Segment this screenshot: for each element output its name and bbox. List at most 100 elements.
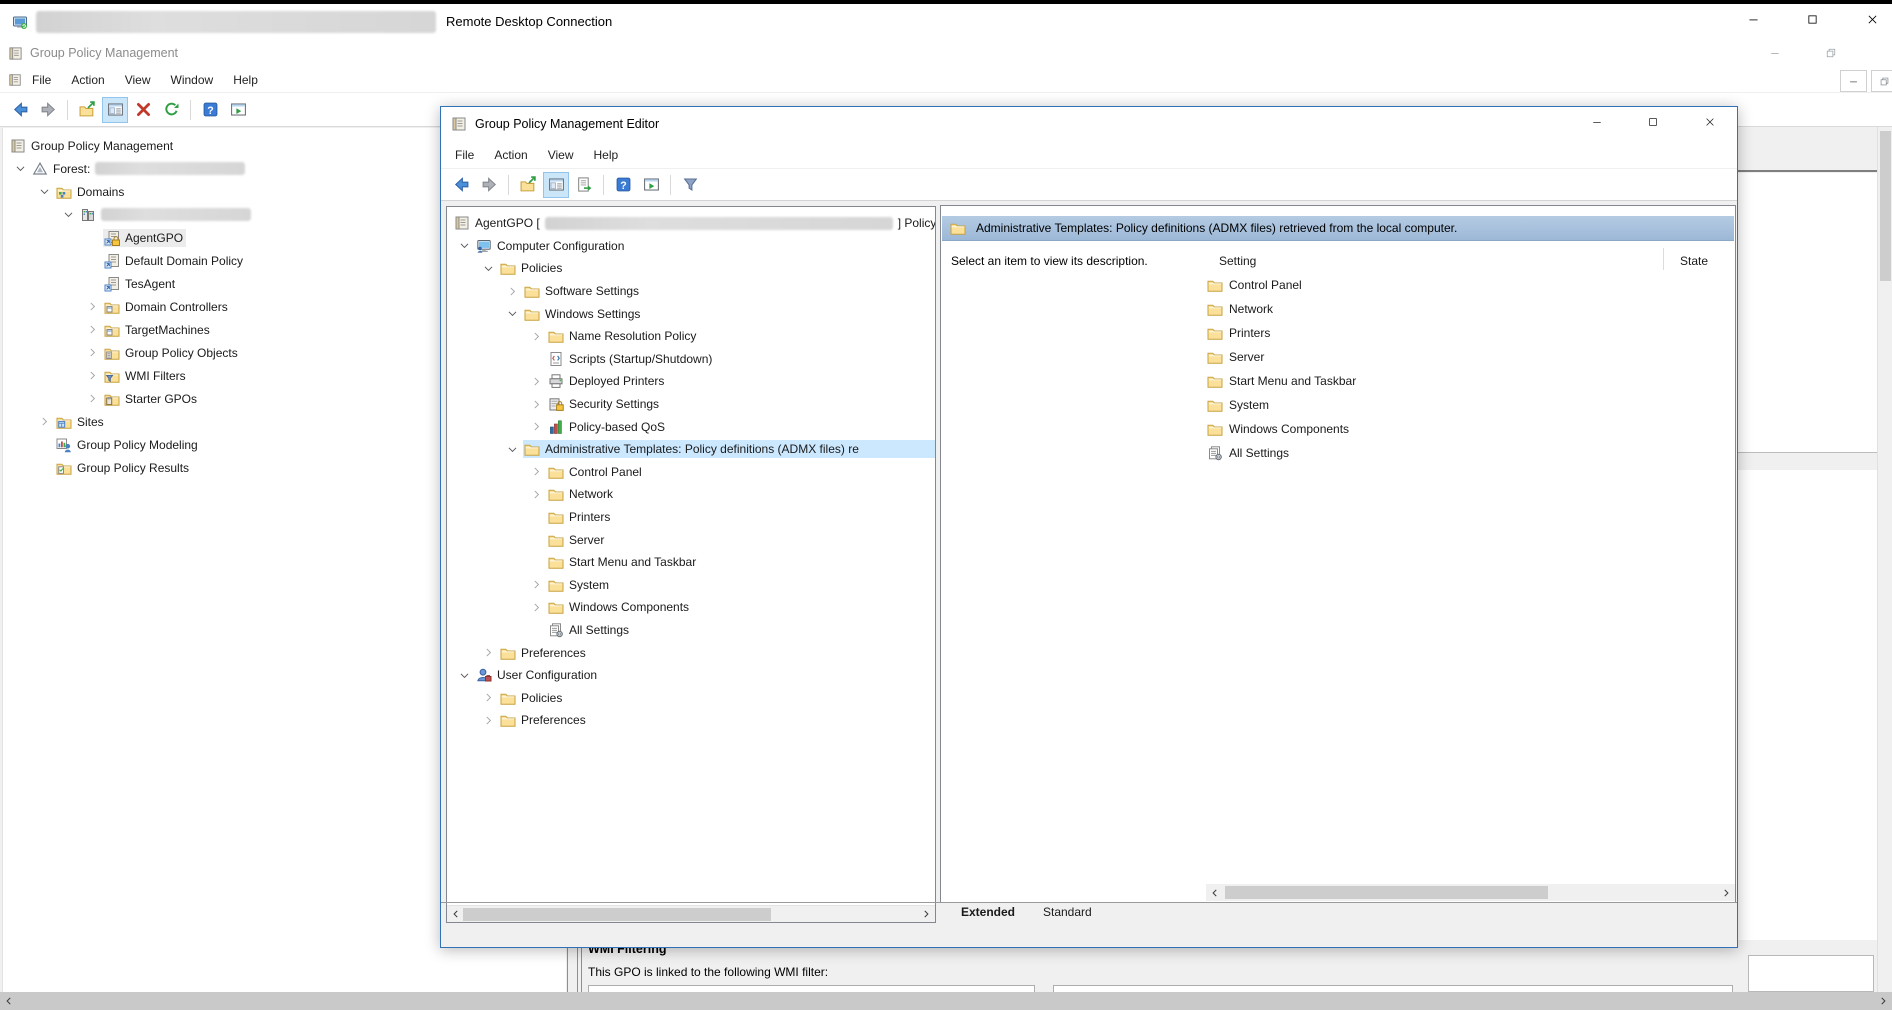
tree-item-all-settings[interactable]: All Settings bbox=[447, 619, 935, 642]
tree-item-system[interactable]: System bbox=[447, 574, 935, 597]
help-button[interactable]: ? bbox=[197, 97, 223, 123]
forward-arrow-button[interactable] bbox=[476, 172, 502, 198]
chevron-right-icon[interactable] bbox=[81, 368, 103, 384]
export-folder-button[interactable] bbox=[74, 97, 100, 123]
back-arrow-button[interactable] bbox=[7, 97, 33, 123]
scrollbar-thumb[interactable] bbox=[463, 908, 771, 921]
scrollbar-thumb[interactable] bbox=[1880, 131, 1891, 281]
menu-action[interactable]: Action bbox=[484, 144, 537, 166]
scrollbar-thumb[interactable] bbox=[1225, 886, 1548, 899]
back-arrow-button[interactable] bbox=[448, 172, 474, 198]
tree-item-deployed-printers[interactable]: Deployed Printers bbox=[447, 370, 935, 393]
scroll-right-arrow-icon[interactable] bbox=[917, 905, 935, 923]
tree-item-administrative-templates-policy-definitions-admx-files-re[interactable]: Administrative Templates: Policy definit… bbox=[447, 438, 935, 461]
tree-item-printers[interactable]: Printers bbox=[447, 506, 935, 529]
delete-x-button[interactable] bbox=[130, 97, 156, 123]
list-item-start-menu-and-taskbar[interactable]: Start Menu and Taskbar bbox=[1207, 369, 1733, 393]
chevron-right-icon[interactable] bbox=[81, 322, 103, 338]
mdi-minimize-button[interactable] bbox=[1840, 70, 1867, 92]
chevron-down-icon[interactable] bbox=[501, 306, 523, 322]
list-item-all-settings[interactable]: All Settings bbox=[1207, 441, 1733, 465]
column-header-state[interactable]: State bbox=[1680, 254, 1708, 268]
tree-item-software-settings[interactable]: Software Settings bbox=[447, 280, 935, 303]
wmi-filter-field-fragment[interactable] bbox=[588, 985, 1035, 992]
chevron-right-icon[interactable] bbox=[525, 577, 547, 593]
tree-item-scripts-startup-shutdown[interactable]: Scripts (Startup/Shutdown) bbox=[447, 348, 935, 371]
chevron-right-icon[interactable] bbox=[525, 373, 547, 389]
chevron-right-icon[interactable] bbox=[477, 690, 499, 706]
chevron-right-icon[interactable] bbox=[477, 645, 499, 661]
tree-item-agentgpo[interactable]: AgentGPO [] Policy bbox=[447, 212, 935, 235]
gpm-restore-button[interactable] bbox=[1814, 42, 1848, 64]
wmi-filter-field-fragment[interactable] bbox=[1053, 985, 1733, 992]
menu-file[interactable]: File bbox=[22, 69, 61, 91]
menu-help[interactable]: Help bbox=[223, 69, 268, 91]
console-window-button[interactable] bbox=[638, 172, 664, 198]
chevron-right-icon[interactable] bbox=[33, 414, 55, 430]
chevron-right-icon[interactable] bbox=[525, 464, 547, 480]
tree-item-policies[interactable]: Policies bbox=[447, 686, 935, 709]
tree-item-computer-configuration[interactable]: Computer Configuration bbox=[447, 235, 935, 258]
list-item-system[interactable]: System bbox=[1207, 393, 1733, 417]
list-item-control-panel[interactable]: Control Panel bbox=[1207, 273, 1733, 297]
list-item-printers[interactable]: Printers bbox=[1207, 321, 1733, 345]
rdp-close-button[interactable] bbox=[1853, 4, 1891, 34]
export-folder-button[interactable] bbox=[515, 172, 541, 198]
chevron-right-icon[interactable] bbox=[525, 599, 547, 615]
forward-arrow-button[interactable] bbox=[35, 97, 61, 123]
rdp-maximize-button[interactable] bbox=[1793, 4, 1831, 34]
tree-item-name-resolution-policy[interactable]: Name Resolution Policy bbox=[447, 325, 935, 348]
chevron-down-icon[interactable] bbox=[453, 238, 475, 254]
console-window-button[interactable] bbox=[225, 97, 251, 123]
gpm-minimize-button[interactable] bbox=[1758, 42, 1792, 64]
tree-item-policies[interactable]: Policies bbox=[447, 257, 935, 280]
console-tree-button[interactable] bbox=[102, 97, 128, 123]
chevron-right-icon[interactable] bbox=[81, 345, 103, 361]
scroll-right-arrow-icon[interactable] bbox=[1717, 884, 1735, 902]
tree-item-windows-components[interactable]: Windows Components bbox=[447, 596, 935, 619]
menu-file[interactable]: File bbox=[445, 144, 484, 166]
menu-window[interactable]: Window bbox=[161, 69, 224, 91]
tree-item-security-settings[interactable]: Security Settings bbox=[447, 393, 935, 416]
gpme-minimize-button[interactable] bbox=[1574, 107, 1620, 137]
list-item-windows-components[interactable]: Windows Components bbox=[1207, 417, 1733, 441]
menu-action[interactable]: Action bbox=[61, 69, 114, 91]
tree-item-network[interactable]: Network bbox=[447, 483, 935, 506]
tree-item-server[interactable]: Server bbox=[447, 528, 935, 551]
chevron-right-icon[interactable] bbox=[81, 391, 103, 407]
console-tree-button[interactable] bbox=[543, 172, 569, 198]
scroll-right-arrow-icon[interactable] bbox=[1874, 992, 1892, 1010]
scroll-left-arrow-icon[interactable] bbox=[1206, 884, 1224, 902]
refresh-button[interactable] bbox=[158, 97, 184, 123]
gpme-close-button[interactable] bbox=[1687, 107, 1733, 137]
tree-item-preferences[interactable]: Preferences bbox=[447, 641, 935, 664]
menu-help[interactable]: Help bbox=[584, 144, 629, 166]
column-separator[interactable] bbox=[1663, 248, 1664, 270]
chevron-right-icon[interactable] bbox=[477, 712, 499, 728]
chevron-down-icon[interactable] bbox=[9, 161, 31, 177]
rdp-minimize-button[interactable] bbox=[1734, 4, 1772, 34]
chevron-down-icon[interactable] bbox=[453, 667, 475, 683]
filter-button[interactable] bbox=[677, 172, 703, 198]
menu-view[interactable]: View bbox=[115, 69, 161, 91]
settings-list-horizontal-scrollbar[interactable] bbox=[1206, 884, 1735, 901]
chevron-down-icon[interactable] bbox=[477, 260, 499, 276]
tree-item-start-menu-and-taskbar[interactable]: Start Menu and Taskbar bbox=[447, 551, 935, 574]
tree-item-policy-based-qos[interactable]: Policy-based QoS bbox=[447, 415, 935, 438]
tab-extended[interactable]: Extended bbox=[945, 903, 1031, 924]
list-item-network[interactable]: Network bbox=[1207, 297, 1733, 321]
chevron-right-icon[interactable] bbox=[501, 283, 523, 299]
tree-item-control-panel[interactable]: Control Panel bbox=[447, 461, 935, 484]
scroll-left-arrow-icon[interactable] bbox=[0, 992, 18, 1010]
chevron-right-icon[interactable] bbox=[525, 328, 547, 344]
export-list-button[interactable] bbox=[571, 172, 597, 198]
mdi-restore-button[interactable] bbox=[1871, 70, 1892, 92]
chevron-right-icon[interactable] bbox=[525, 396, 547, 412]
tree-item-windows-settings[interactable]: Windows Settings bbox=[447, 302, 935, 325]
chevron-down-icon[interactable] bbox=[33, 184, 55, 200]
chevron-down-icon[interactable] bbox=[501, 441, 523, 457]
menu-view[interactable]: View bbox=[538, 144, 584, 166]
gpme-tree-horizontal-scrollbar[interactable] bbox=[447, 905, 935, 922]
chevron-right-icon[interactable] bbox=[525, 486, 547, 502]
help-button[interactable]: ? bbox=[610, 172, 636, 198]
